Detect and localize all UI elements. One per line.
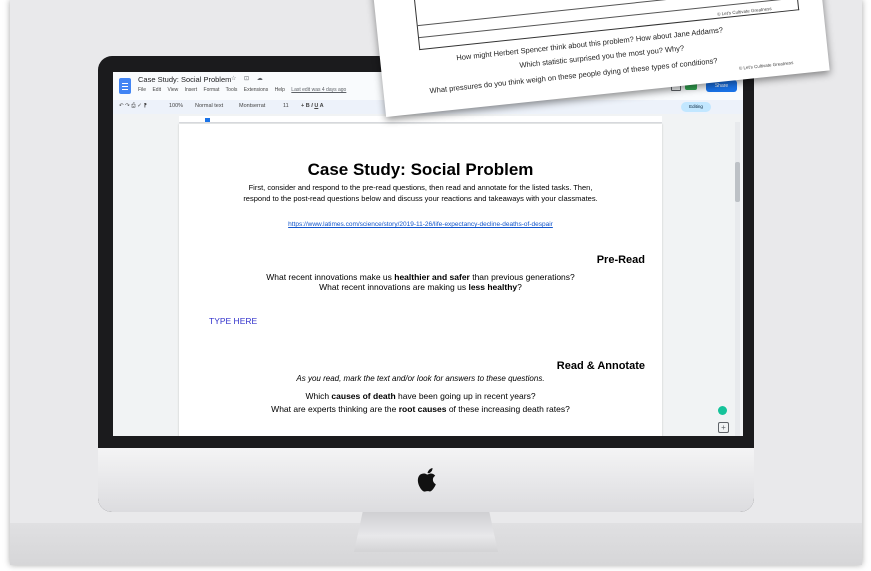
add-comment-icon[interactable]: + <box>718 422 729 433</box>
annotate-question-1: Which causes of death have been going up… <box>305 391 536 401</box>
menu-view[interactable]: View <box>167 87 178 93</box>
font-select[interactable]: Montserrat <box>239 103 265 109</box>
google-docs-icon[interactable] <box>119 78 131 94</box>
ruler <box>179 116 662 123</box>
zoom-select[interactable]: 100% <box>169 103 183 109</box>
pre-read-question-1: What recent innovations make us healthie… <box>266 272 575 282</box>
document-title[interactable]: Case Study: Social Problem <box>138 75 231 84</box>
annotate-question-2: What are experts thinking are the root c… <box>271 404 570 414</box>
menu-tools[interactable]: Tools <box>226 87 238 93</box>
undo-redo-print-icons[interactable]: ↶ ↷ ⎙ ✓ ⁋ <box>119 103 147 110</box>
pre-read-question-2: What recent innovations are making us le… <box>319 282 522 292</box>
document-page[interactable]: Case Study: Social Problem First, consid… <box>179 124 662 436</box>
monitor-stand <box>354 512 498 552</box>
grammarly-icon[interactable] <box>718 406 727 415</box>
monitor-screen: Case Study: Social Problem ☆ ⊡ ☁ File Ed… <box>113 72 743 436</box>
bold-italic-underline-icons[interactable]: + B I U A <box>301 103 324 109</box>
intro-line-1: First, consider and respond to the pre-r… <box>248 183 593 192</box>
menu-file[interactable]: File <box>138 87 146 93</box>
menu-bar: File Edit View Insert Format Tools Exten… <box>138 87 351 93</box>
document-heading: Case Study: Social Problem <box>307 160 534 179</box>
menu-insert[interactable]: Insert <box>185 87 198 93</box>
read-annotate-heading: Read & Annotate <box>556 360 645 372</box>
style-select[interactable]: Normal text <box>195 103 223 109</box>
intro-line-2: respond to the post-read questions below… <box>243 194 598 203</box>
last-edit-link[interactable]: Last edit was 4 days ago <box>291 87 346 93</box>
editing-mode-button[interactable]: Editing <box>681 102 711 112</box>
menu-edit[interactable]: Edit <box>152 87 161 93</box>
font-size-select[interactable]: 11 <box>283 103 289 109</box>
apple-logo-icon <box>417 468 436 492</box>
scrollbar-thumb[interactable] <box>735 162 740 202</box>
menu-help[interactable]: Help <box>275 87 285 93</box>
worksheet-credit-2: © Let's Cultivate Greatness <box>738 60 794 71</box>
pre-read-heading: Pre-Read <box>596 254 645 266</box>
star-move-cloud-icons[interactable]: ☆ ⊡ ☁ <box>231 75 266 82</box>
menu-format[interactable]: Format <box>204 87 220 93</box>
menu-extensions[interactable]: Extensions <box>244 87 268 93</box>
read-annotate-instruction: As you read, mark the text and/or look f… <box>296 374 545 383</box>
article-link[interactable]: https://www.latimes.com/science/story/20… <box>179 221 662 228</box>
type-here-placeholder[interactable]: TYPE HERE <box>209 316 257 326</box>
ruler-indent-marker[interactable] <box>205 118 210 122</box>
